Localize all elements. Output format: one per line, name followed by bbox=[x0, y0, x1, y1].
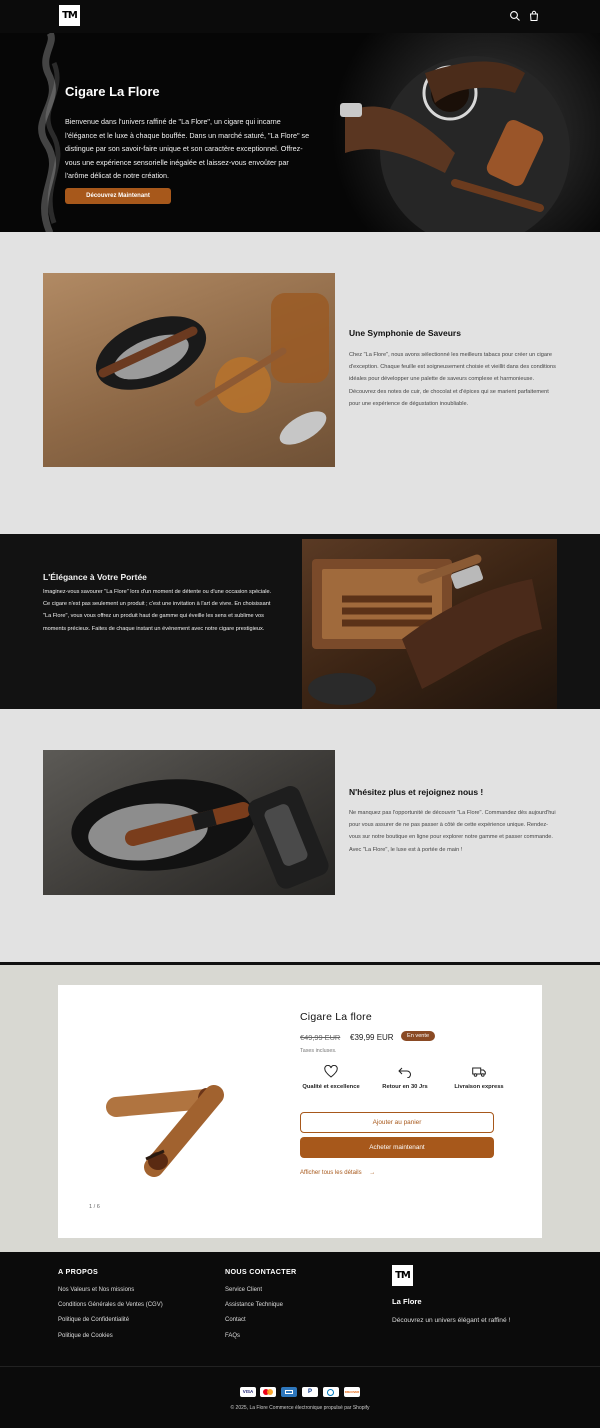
amex-icon bbox=[281, 1387, 297, 1397]
product-card: Cigare La flore €49,99 EUR €39,99 EUR En… bbox=[58, 985, 542, 1238]
section-text: Ne manquez pas l'opportunité de découvri… bbox=[349, 810, 556, 853]
feature-label: Retour en 30 Jrs bbox=[382, 1084, 428, 1090]
footer-link[interactable]: Conditions Générales de Ventes (CGV) bbox=[58, 1302, 163, 1308]
view-details-link[interactable]: Afficher tous les détails → bbox=[300, 1170, 375, 1176]
hero-banner: Cigare La Flore Bienvenue dans l'univers… bbox=[0, 33, 600, 232]
ashtray-cutter-photo bbox=[43, 750, 335, 895]
footer-link[interactable]: Nos Valeurs et Nos missions bbox=[58, 1287, 134, 1293]
footer-tagline: Découvrez un univers élégant et raffiné … bbox=[392, 1317, 511, 1324]
footer-link[interactable]: Politique de Cookies bbox=[58, 1333, 113, 1339]
footer-divider bbox=[0, 1366, 600, 1367]
paypal-icon: P bbox=[302, 1387, 318, 1397]
section-title: N'hésitez plus et rejoignez nous ! bbox=[349, 787, 484, 797]
image-pager: 1 / 6 bbox=[89, 1204, 100, 1210]
hero-title: Cigare La Flore bbox=[65, 84, 160, 99]
cart-icon[interactable] bbox=[528, 10, 540, 22]
product-image[interactable] bbox=[106, 1077, 231, 1177]
discover-icon: DISCOVER bbox=[344, 1387, 360, 1397]
discover-label: DISCOVER bbox=[344, 1390, 360, 1394]
mastercard-icon bbox=[260, 1387, 276, 1397]
section-text: Chez "La Flore", nous avons sélectionné … bbox=[349, 352, 556, 407]
feature-delivery: Livraison express bbox=[446, 1065, 512, 1091]
search-icon[interactable] bbox=[509, 10, 521, 22]
footer-link[interactable]: Contact bbox=[225, 1317, 246, 1323]
footer-link[interactable]: Assistance Technique bbox=[225, 1302, 283, 1308]
footer-brand: La Flore bbox=[392, 1297, 422, 1306]
sale-price: €39,99 EUR bbox=[350, 1033, 394, 1042]
footer-about-title: A PROPOS bbox=[58, 1267, 99, 1276]
hero-text: Bienvenue dans l'univers raffiné de "La … bbox=[65, 117, 310, 181]
copyright: © 2025, La Flore Commerce électronique p… bbox=[230, 1405, 370, 1411]
section-rejoignez: N'hésitez plus et rejoignez nous ! Ne ma… bbox=[0, 709, 600, 962]
page: TM Cigare La Flore Bienvenue dans l'univ… bbox=[0, 0, 600, 1428]
visa-label: VISA bbox=[242, 1389, 254, 1394]
site-header: TM bbox=[0, 0, 600, 33]
footer-link[interactable]: Service Client bbox=[225, 1287, 262, 1293]
return-arrow-icon bbox=[398, 1067, 411, 1078]
product-title: Cigare La flore bbox=[300, 1011, 372, 1023]
sale-badge: En vente bbox=[401, 1031, 436, 1041]
tax-note: Taxes incluses. bbox=[300, 1048, 337, 1054]
feature-label: Livraison express bbox=[454, 1084, 504, 1090]
humidor-hands-photo bbox=[302, 539, 557, 709]
truck-icon bbox=[472, 1067, 486, 1077]
hero-photo bbox=[305, 33, 600, 232]
footer-link[interactable]: FAQs bbox=[225, 1333, 240, 1339]
original-price: €49,99 EUR bbox=[300, 1033, 341, 1042]
section-elegance: L'Élégance à Votre Portée Imaginez-vous … bbox=[0, 534, 600, 709]
add-to-cart-button[interactable]: Ajouter au panier bbox=[300, 1112, 494, 1133]
logo[interactable]: TM bbox=[59, 5, 80, 26]
heart-icon bbox=[324, 1065, 338, 1078]
site-footer: A PROPOS Nos Valeurs et Nos missions Con… bbox=[0, 1252, 600, 1428]
discover-now-button[interactable]: Découvrez Maintenant bbox=[65, 188, 171, 204]
footer-logo[interactable]: TM bbox=[392, 1265, 413, 1286]
section-saveurs: Une Symphonie de Saveurs Chez "La Flore"… bbox=[0, 232, 600, 534]
ashtray-whisky-photo bbox=[43, 273, 335, 467]
arrow-right-icon: → bbox=[369, 1170, 376, 1176]
diners-icon bbox=[323, 1387, 339, 1397]
buy-now-button[interactable]: Acheter maintenant bbox=[300, 1137, 494, 1158]
footer-contact-title: NOUS CONTACTER bbox=[225, 1267, 297, 1276]
featured-product: Cigare La flore €49,99 EUR €39,99 EUR En… bbox=[0, 962, 600, 1252]
feature-label: Qualité et excellence bbox=[302, 1084, 360, 1090]
visa-icon: VISA bbox=[240, 1387, 256, 1397]
paypal-label: P bbox=[307, 1388, 312, 1395]
view-details-label: Afficher tous les détails bbox=[300, 1170, 362, 1176]
section-text: Imaginez-vous savourer "La Flore" lors d… bbox=[43, 589, 272, 632]
section-title: Une Symphonie de Saveurs bbox=[349, 328, 461, 338]
section-title: L'Élégance à Votre Portée bbox=[43, 572, 147, 582]
footer-link[interactable]: Politique de Confidentialité bbox=[58, 1317, 129, 1323]
feature-return: Retour en 30 Jrs bbox=[372, 1065, 438, 1091]
feature-quality: Qualité et excellence bbox=[298, 1065, 364, 1091]
